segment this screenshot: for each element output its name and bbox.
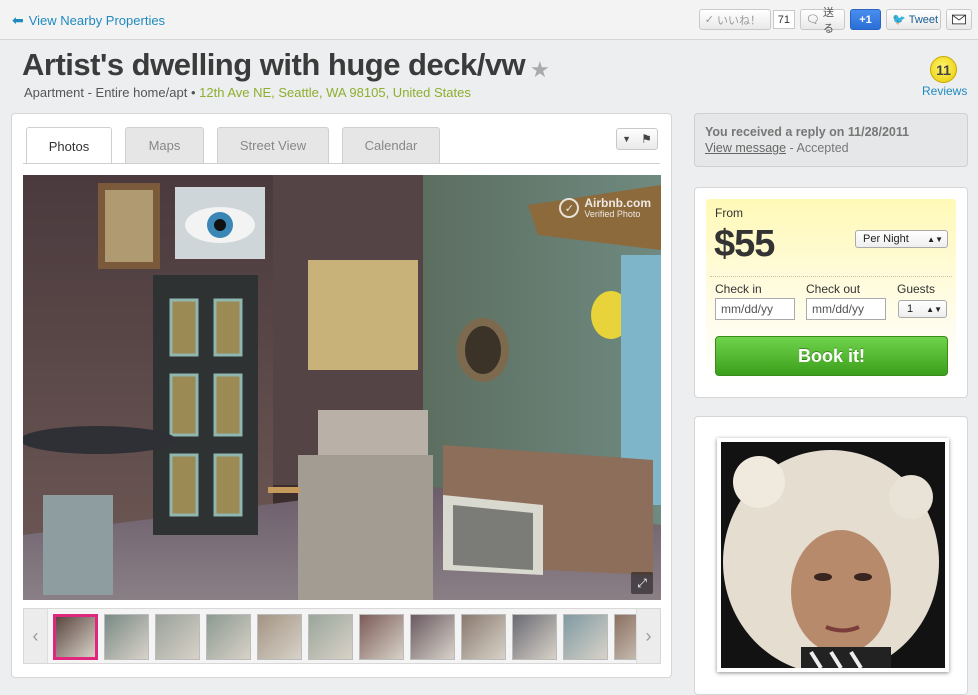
reviews-link[interactable]: Reviews xyxy=(922,84,967,98)
photo-thumbnail[interactable] xyxy=(104,614,149,660)
envelope-icon xyxy=(952,14,966,25)
listing-address[interactable]: 12th Ave NE, Seattle, WA 98105, United S… xyxy=(199,85,471,100)
tab-photos[interactable]: Photos xyxy=(26,127,112,164)
checkout-label: Check out xyxy=(806,282,861,296)
plus-one-label: +1 xyxy=(859,13,872,26)
host-photo-illustration xyxy=(721,442,945,668)
tab-calendar[interactable]: Calendar xyxy=(342,127,440,163)
tab-maps[interactable]: Maps xyxy=(125,127,204,163)
thumbnail-next-button[interactable]: › xyxy=(636,609,660,663)
separator-dot: • xyxy=(190,85,196,100)
flag-icon: ⚑ xyxy=(641,132,652,146)
nightly-price: $55 xyxy=(714,223,775,265)
send-button[interactable]: 🗨 送る xyxy=(800,7,845,35)
checkout-input[interactable]: mm/dd/yy xyxy=(806,298,886,320)
room-type: Apartment - Entire home/apt xyxy=(24,85,188,100)
listing-title: Artist's dwelling with huge deck/vw xyxy=(22,47,526,82)
photo-thumbnail[interactable] xyxy=(563,614,608,660)
tab-street-view[interactable]: Street View xyxy=(217,127,329,163)
main-listing-photo[interactable]: ✓ Airbnb.com Verified Photo ⤢ xyxy=(23,175,661,600)
photo-thumbnail[interactable] xyxy=(53,614,98,660)
top-bar: ⬅ View Nearby Properties ✓ いいね！ 71 🗨 送る … xyxy=(0,0,978,40)
tweet-label: Tweet xyxy=(908,13,939,26)
facebook-like-button[interactable]: ✓ いいね！ xyxy=(698,9,771,30)
photo-thumbnail[interactable] xyxy=(308,614,353,660)
reply-text: You received a reply on 11/28/2011 xyxy=(705,125,910,139)
verified-check-icon: ✓ xyxy=(559,198,580,218)
photo-thumbnail[interactable] xyxy=(257,614,302,660)
reply-notice: You received a reply on 11/28/2011 View … xyxy=(694,113,968,167)
checkmark-icon: ✓ xyxy=(704,14,714,26)
google-plus-one-button[interactable]: +1 xyxy=(850,9,881,30)
checkin-input[interactable]: mm/dd/yy xyxy=(715,298,795,320)
room-photo-illustration xyxy=(23,175,661,600)
photo-thumbnail[interactable] xyxy=(512,614,557,660)
photo-thumbnail[interactable] xyxy=(461,614,506,660)
price-area: From $55 Per Night ▲▼ Check in Check out… xyxy=(706,199,956,382)
select-arrows-icon: ▲▼ xyxy=(926,304,942,314)
view-nearby-label: View Nearby Properties xyxy=(28,13,166,28)
price-period-value: Per Night xyxy=(863,233,909,245)
chevron-right-icon: › xyxy=(645,625,652,646)
price-divider xyxy=(710,276,952,277)
host-profile-box xyxy=(694,416,968,695)
guests-label: Guests xyxy=(897,282,936,296)
reply-status: - Accepted xyxy=(786,141,849,155)
thumbnail-strip: ‹ › xyxy=(23,608,661,664)
view-message-link[interactable]: View message xyxy=(705,141,786,155)
booking-widget: From $55 Per Night ▲▼ Check in Check out… xyxy=(694,187,968,398)
view-nearby-link[interactable]: ⬅ View Nearby Properties xyxy=(12,12,165,29)
select-arrows-icon: ▲▼ xyxy=(927,234,943,244)
bird-icon: 🐦 xyxy=(892,14,906,26)
email-share-button[interactable] xyxy=(946,9,972,30)
thumbnail-prev-button[interactable]: ‹ xyxy=(24,609,48,663)
speech-bubble-icon: 🗨 xyxy=(806,14,820,26)
from-label: From xyxy=(715,206,743,220)
media-tabs: Photos Maps Street View Calendar xyxy=(26,127,440,164)
favorite-star-icon[interactable]: ★ xyxy=(530,57,550,83)
watermark-subtitle: Verified Photo xyxy=(584,209,641,219)
social-buttons: ✓ いいね！ 71 🗨 送る +1 🐦 Tweet xyxy=(698,7,972,35)
photo-thumbnail[interactable] xyxy=(155,614,200,660)
expand-icon[interactable]: ⤢ xyxy=(631,572,653,594)
thumbnail-list xyxy=(53,614,639,660)
watermark-brand: Airbnb.com xyxy=(584,196,651,210)
like-label: いいね！ xyxy=(716,14,761,27)
flag-dropdown-button[interactable]: ▼ ⚑ xyxy=(616,128,658,150)
send-label: 送る xyxy=(822,6,834,35)
checkin-label: Check in xyxy=(715,282,762,296)
review-count-badge[interactable]: 11 xyxy=(930,56,957,83)
photo-thumbnail[interactable] xyxy=(410,614,455,660)
back-arrow-icon: ⬅ xyxy=(12,12,24,28)
tab-divider xyxy=(23,163,660,164)
chevron-left-icon: ‹ xyxy=(32,625,39,646)
guests-value: 1 xyxy=(907,303,914,315)
book-it-button[interactable]: Book it! xyxy=(715,336,948,376)
guests-select[interactable]: 1 ▲▼ xyxy=(898,300,947,318)
tweet-button[interactable]: 🐦 Tweet xyxy=(886,9,941,30)
caret-down-icon: ▼ xyxy=(622,134,631,144)
verified-photo-watermark: ✓ Airbnb.com Verified Photo xyxy=(559,197,651,219)
photo-thumbnail[interactable] xyxy=(206,614,251,660)
media-panel: Photos Maps Street View Calendar ▼ ⚑ ✓ A… xyxy=(11,113,672,678)
like-count: 71 xyxy=(772,10,795,29)
host-avatar[interactable] xyxy=(717,438,949,672)
listing-subtitle: Apartment - Entire home/apt • 12th Ave N… xyxy=(24,85,471,100)
price-period-select[interactable]: Per Night ▲▼ xyxy=(855,230,948,248)
photo-thumbnail[interactable] xyxy=(359,614,404,660)
